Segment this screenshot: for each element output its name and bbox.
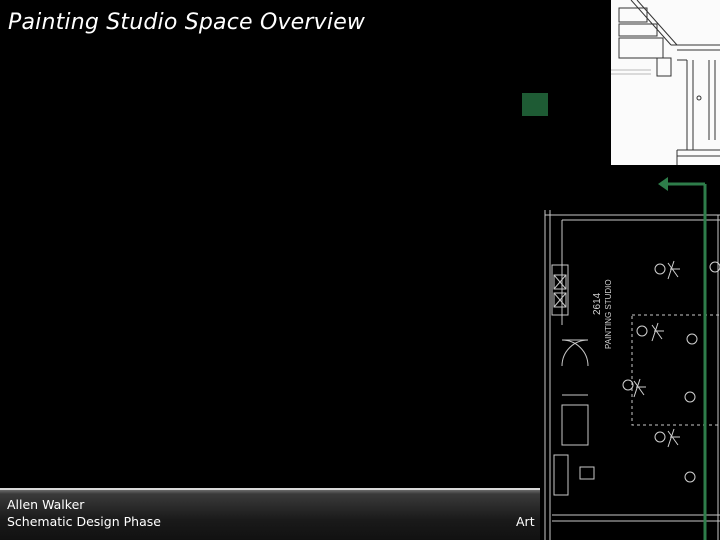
circulation-arrow-icon [658,177,707,540]
slide-title: Painting Studio Space Overview [8,10,366,35]
footer-author: Allen Walker [7,497,85,512]
room-number: 2614 [592,292,603,315]
stair-detail-svg [611,0,720,165]
footer-right-text: Art [516,514,535,529]
room-name: PAINTING STUDIO [604,279,613,349]
footer-phase: Schematic Design Phase [7,514,161,529]
accent-square [522,93,548,116]
stair-detail-drawing [611,0,720,165]
